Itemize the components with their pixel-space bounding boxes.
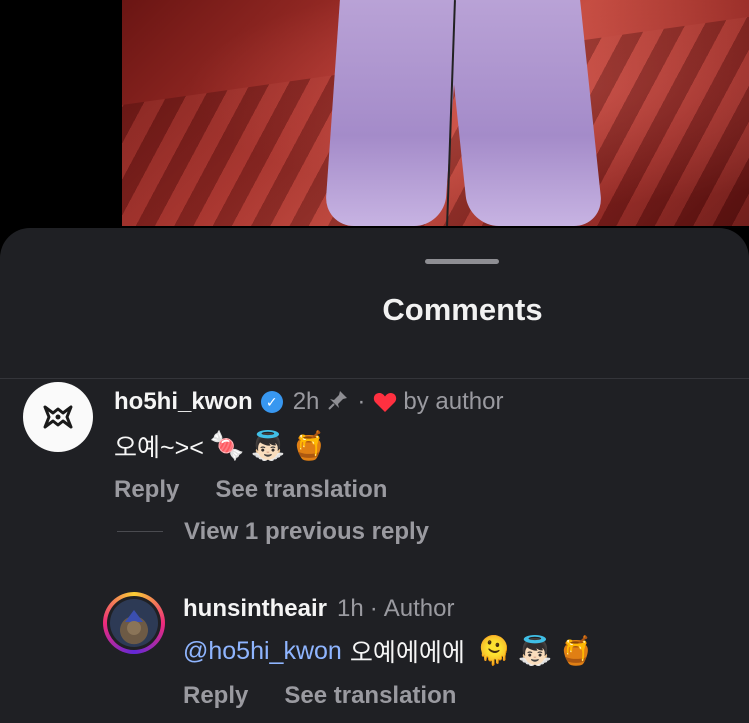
see-translation-button[interactable]: See translation xyxy=(215,476,387,504)
comment-time: 2h xyxy=(292,388,320,415)
reply-actions: Reply See translation xyxy=(183,682,456,710)
comment-actions: Reply See translation xyxy=(114,476,387,504)
reply-username[interactable]: hunsintheair xyxy=(183,595,327,623)
reply-time: 1h xyxy=(337,595,364,622)
video-subject-leg-right xyxy=(445,0,604,226)
comment-username[interactable]: ho5hi_kwon xyxy=(114,388,253,416)
view-replies-row: View 1 previous reply xyxy=(184,518,429,546)
comment-header: ho5hi_kwon ✓ 2h · by author xyxy=(114,388,503,416)
verified-badge-icon: ✓ xyxy=(260,391,283,413)
avatar[interactable] xyxy=(23,382,93,452)
comment-text: 오예~>< xyxy=(114,434,204,462)
video-preview[interactable] xyxy=(122,0,749,226)
honey-pot-emoji: 🍯 xyxy=(291,430,327,461)
reply-header: hunsintheair 1h · Author xyxy=(183,595,454,623)
heart-icon xyxy=(373,391,397,413)
cat-wizard-avatar-image xyxy=(110,599,158,647)
comments-sheet: Comments ho5hi_kwon ✓ 2h · by author 오예~… xyxy=(0,228,749,723)
view-previous-replies-button[interactable]: View 1 previous reply xyxy=(184,518,429,546)
mention-link[interactable]: @ho5hi_kwon xyxy=(183,637,342,666)
reply-button[interactable]: Reply xyxy=(183,682,248,710)
brand-logo-icon xyxy=(43,405,73,429)
honey-pot-emoji: 🍯 xyxy=(558,635,594,666)
reply-button[interactable]: Reply xyxy=(114,476,179,504)
author-badge: Author xyxy=(383,595,455,622)
reply-text: 오예에에에 xyxy=(349,639,465,667)
header-divider xyxy=(0,378,749,379)
candy-emoji: 🍬 xyxy=(209,430,245,461)
reply-body: @ho5hi_kwon 오예에에에 🫠 👼🏻 🍯 xyxy=(183,633,593,669)
meta-separator: · xyxy=(357,388,366,415)
liked-by-author-label: by author xyxy=(403,388,504,415)
see-translation-button[interactable]: See translation xyxy=(284,682,456,710)
melting-face-emoji: 🫠 xyxy=(476,635,512,666)
avatar[interactable] xyxy=(103,592,165,654)
pin-icon xyxy=(327,389,349,416)
angel-emoji: 👼🏻 xyxy=(250,430,286,461)
replies-indent-line xyxy=(117,531,163,532)
video-subject-leg-left xyxy=(324,0,460,226)
meta-separator: · xyxy=(369,595,378,622)
avatar-ring-gap xyxy=(107,596,161,650)
angel-emoji: 👼🏻 xyxy=(517,635,553,666)
sheet-title: Comments xyxy=(382,292,543,327)
drag-handle[interactable] xyxy=(425,259,499,264)
comment-body: 오예~>< 🍬 👼🏻 🍯 xyxy=(114,428,326,464)
